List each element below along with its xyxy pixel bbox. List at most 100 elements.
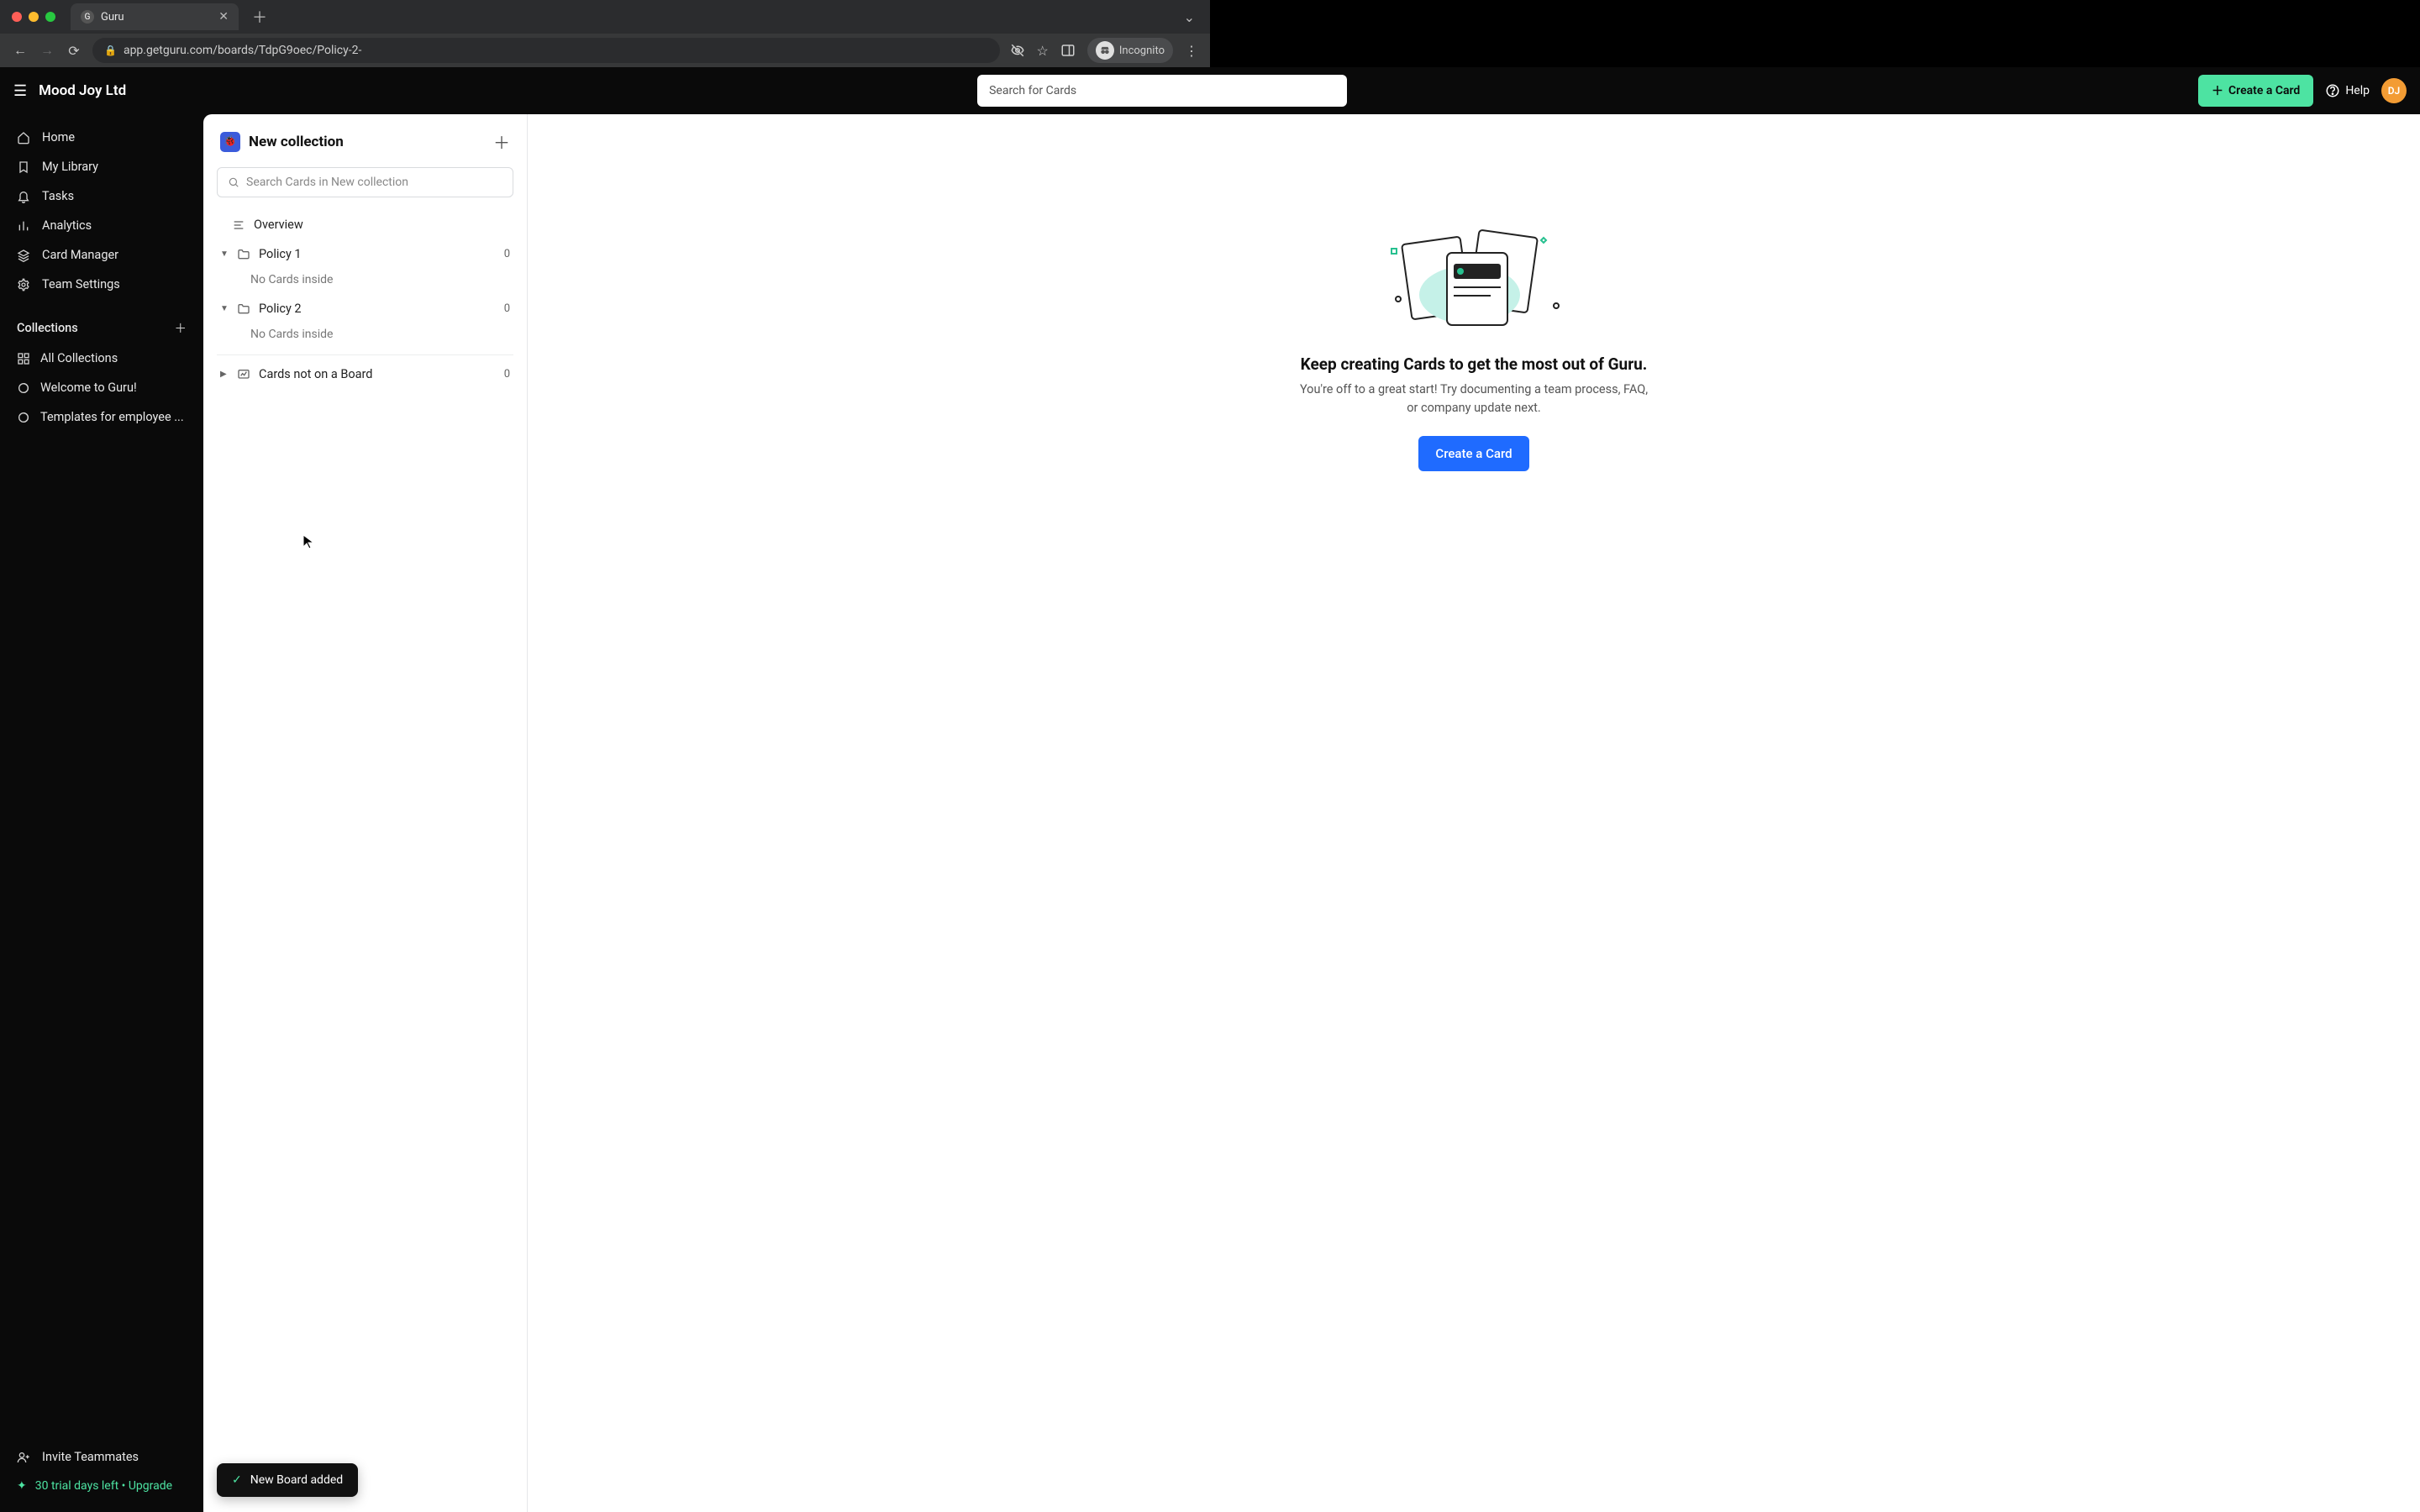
sidebar-item-templates[interactable]: Templates for employee ... [0, 402, 203, 432]
collection-header: 🐞 New collection ＋ [203, 114, 527, 162]
sidebar-item-tasks[interactable]: Tasks [0, 181, 203, 211]
content-area: Keep creating Cards to get the most out … [528, 114, 2420, 1512]
url-text: app.getguru.com/boards/TdpG9oec/Policy-2… [124, 44, 361, 57]
sidebar-item-label: Welcome to Guru! [40, 381, 137, 395]
incognito-label: Incognito [1119, 45, 1165, 57]
sidebar-item-home[interactable]: Home [0, 123, 203, 152]
new-tab-button[interactable]: ＋ [245, 3, 274, 31]
trial-label: 30 trial days left • Upgrade [35, 1479, 172, 1493]
minimize-window-icon[interactable] [29, 12, 39, 22]
close-tab-icon[interactable]: ✕ [218, 10, 229, 24]
divider [217, 354, 513, 355]
browser-tab[interactable]: G Guru ✕ [71, 3, 239, 30]
board-empty-msg: No Cards inside [203, 323, 527, 349]
chevron-down-icon[interactable]: ▼ [220, 249, 230, 259]
create-card-button[interactable]: ＋ Create a Card [2198, 75, 2313, 107]
eye-off-icon[interactable] [1010, 43, 1025, 58]
sidebar-item-label: Home [42, 130, 75, 144]
bell-icon [17, 190, 32, 203]
close-window-icon[interactable] [12, 12, 22, 22]
mouse-cursor-icon [302, 534, 314, 549]
search-placeholder: Search for Cards [989, 84, 1076, 97]
chevron-right-icon[interactable]: ▶ [220, 370, 230, 379]
board-name: Policy 2 [259, 302, 302, 316]
check-icon: ✓ [232, 1473, 242, 1487]
layers-icon [17, 249, 32, 262]
list-icon [232, 218, 245, 232]
guru-logo-icon [17, 411, 30, 424]
create-card-cta[interactable]: Create a Card [1418, 436, 1528, 471]
global-search-input[interactable]: Search for Cards [977, 75, 1347, 107]
board-row-policy-1[interactable]: ▼ Policy 1 0 [203, 240, 527, 268]
toast-notification: ✓ New Board added [217, 1463, 358, 1497]
org-name[interactable]: Mood Joy Ltd [39, 82, 126, 99]
tabs-dropdown-icon[interactable]: ⌄ [1177, 6, 1202, 29]
sidebar-item-label: Team Settings [42, 277, 120, 291]
sidebar-item-label: Templates for employee ... [40, 410, 184, 424]
empty-state-illustration [1373, 215, 1575, 333]
sidebar-item-label: All Collections [40, 351, 118, 365]
add-collection-icon[interactable]: ＋ [175, 319, 187, 337]
unboarded-label: Cards not on a Board [259, 367, 372, 381]
content-panel: 🐞 New collection ＋ Search Cards in New c… [203, 114, 2420, 1512]
collection-title[interactable]: New collection [249, 134, 344, 150]
user-avatar[interactable]: DJ [2381, 78, 2407, 103]
board-count: 0 [504, 248, 510, 260]
cards-not-on-board-row[interactable]: ▶ Cards not on a Board 0 [203, 360, 527, 388]
sidebar-item-card-manager[interactable]: Card Manager [0, 240, 203, 270]
star-icon[interactable]: ☆ [1037, 43, 1049, 59]
forward-button: → [39, 42, 55, 59]
sidebar-item-library[interactable]: My Library [0, 152, 203, 181]
maximize-window-icon[interactable] [45, 12, 55, 22]
bar-chart-icon [17, 219, 32, 233]
invite-teammates-link[interactable]: Invite Teammates [0, 1442, 203, 1472]
sidebar-item-all-collections[interactable]: All Collections [0, 344, 203, 373]
app-topbar: ☰ Mood Joy Ltd Search for Cards ＋ Create… [0, 67, 2420, 114]
panel-icon[interactable] [1060, 43, 1076, 58]
kebab-menu-icon[interactable]: ⋮ [1185, 43, 1198, 59]
help-label: Help [2345, 84, 2370, 97]
add-board-icon[interactable]: ＋ [493, 129, 510, 154]
window-controls [12, 12, 55, 22]
sidebar-item-label: Card Manager [42, 248, 118, 262]
incognito-icon [1096, 41, 1114, 60]
overview-link[interactable]: Overview [203, 209, 527, 240]
tab-bar: G Guru ✕ ＋ ⌄ [0, 0, 1210, 34]
toast-message: New Board added [250, 1473, 343, 1487]
help-icon [2325, 83, 2340, 98]
sidebar-item-analytics[interactable]: Analytics [0, 211, 203, 240]
trial-upgrade-link[interactable]: ✦ 30 trial days left • Upgrade [0, 1472, 203, 1500]
hamburger-menu-icon[interactable]: ☰ [13, 82, 27, 100]
board-row-policy-2[interactable]: ▼ Policy 2 0 [203, 295, 527, 323]
collection-sidebar: 🐞 New collection ＋ Search Cards in New c… [203, 114, 528, 1512]
search-icon [228, 176, 239, 188]
browser-chrome: G Guru ✕ ＋ ⌄ ← → ⟳ 🔒 app.getguru.com/boa… [0, 0, 1210, 67]
lock-icon: 🔒 [104, 45, 117, 56]
sidebar-item-label: Tasks [42, 189, 74, 203]
collection-search-input[interactable]: Search Cards in New collection [217, 167, 513, 197]
folder-icon [237, 302, 252, 316]
collection-icon: 🐞 [220, 132, 240, 152]
chevron-down-icon[interactable]: ▼ [220, 304, 230, 313]
guru-logo-icon [17, 381, 30, 395]
gear-icon [17, 278, 32, 291]
folder-icon [237, 248, 252, 261]
incognito-badge[interactable]: Incognito [1087, 38, 1173, 63]
sidebar-item-team-settings[interactable]: Team Settings [0, 270, 203, 299]
back-button[interactable]: ← [12, 42, 29, 59]
tab-favicon-icon: G [81, 10, 94, 24]
sidebar-item-label: Analytics [42, 218, 92, 233]
help-link[interactable]: Help [2325, 83, 2370, 98]
url-input[interactable]: 🔒 app.getguru.com/boards/TdpG9oec/Policy… [92, 38, 1000, 63]
overview-label: Overview [254, 218, 303, 232]
board-name: Policy 1 [259, 247, 302, 261]
cta-label: Create a Card [1435, 446, 1512, 461]
tab-title: Guru [101, 11, 124, 24]
invite-label: Invite Teammates [42, 1450, 139, 1464]
sidebar-item-welcome[interactable]: Welcome to Guru! [0, 373, 203, 402]
board-empty-msg: No Cards inside [203, 268, 527, 295]
app-body: Home My Library Tasks Analytics Card Man… [0, 67, 2420, 1512]
avatar-initials: DJ [2388, 85, 2401, 97]
board-tree: Overview ▼ Policy 1 0 No Cards inside ▼ … [203, 206, 527, 391]
reload-button[interactable]: ⟳ [66, 43, 82, 59]
